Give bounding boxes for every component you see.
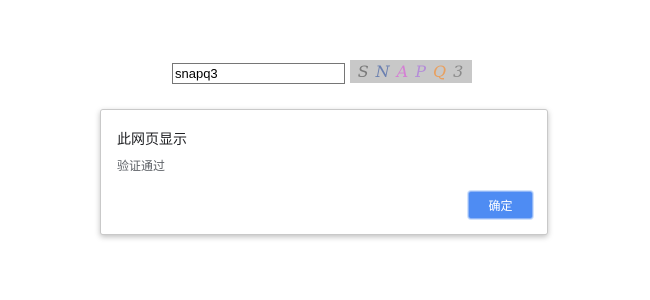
captcha-input[interactable] (172, 63, 345, 84)
dialog-title: 此网页显示 (117, 132, 187, 148)
captcha-char: 3 (453, 61, 465, 81)
ok-button[interactable]: 确定 (468, 191, 533, 219)
captcha-char: Q (432, 61, 448, 81)
captcha-image[interactable]: S N A P Q 3 (350, 60, 472, 83)
dialog-message: 验证通过 (117, 159, 166, 173)
captcha-char: A (396, 61, 410, 81)
captcha-char: S (357, 61, 370, 81)
page: S N A P Q 3 此网页显示 验证通过 确定 (0, 0, 650, 300)
captcha-char: P (415, 61, 427, 81)
alert-dialog: 此网页显示 验证通过 确定 (100, 109, 548, 235)
captcha-char: N (375, 61, 391, 81)
